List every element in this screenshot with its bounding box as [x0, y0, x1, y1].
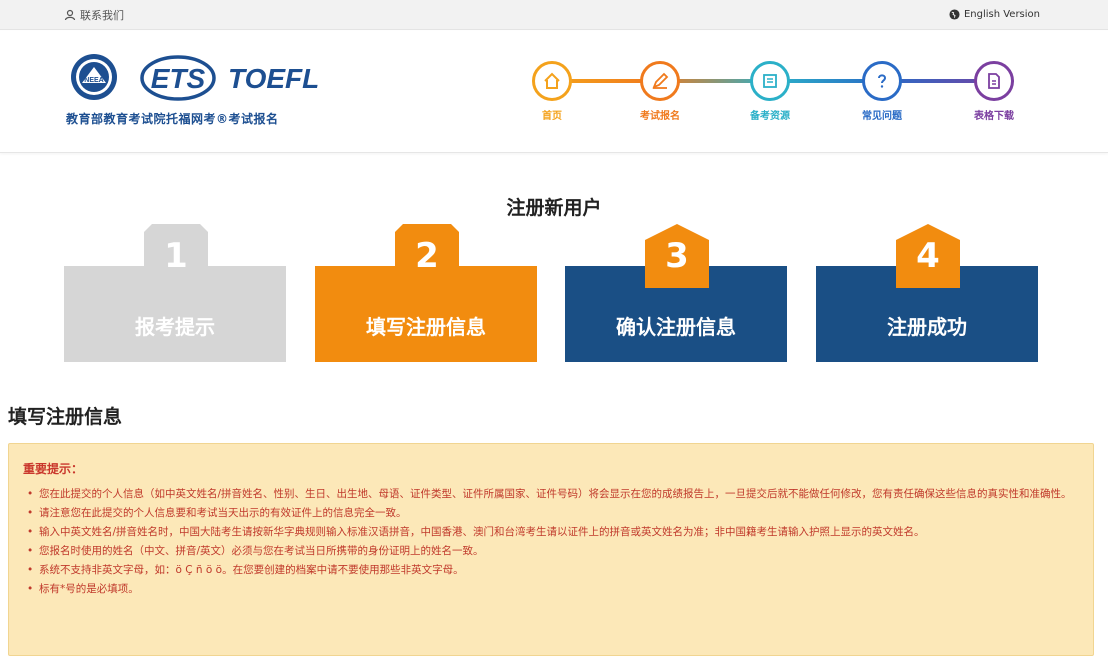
- nav-item-resources[interactable]: 备考资源: [730, 61, 810, 122]
- nav-label-faq: 常见问题: [862, 111, 902, 122]
- step-4-number-tab: 4: [896, 224, 960, 288]
- nav-item-downloads[interactable]: 表格下载: [954, 61, 1034, 122]
- nav-item-home[interactable]: 首页: [512, 61, 592, 122]
- step-1-number-tab: 1: [144, 224, 208, 288]
- nav-label-home: 首页: [542, 111, 562, 122]
- notice-heading: 重要提示：: [23, 462, 84, 476]
- site-header: NEEA ETS TOEFL 教育部教育考试院托福网考®考试报名 首页 考试报名: [0, 31, 1108, 153]
- step-1-number: 1: [164, 236, 188, 276]
- nav-item-faq[interactable]: 常见问题: [842, 61, 922, 122]
- step-4-number: 4: [916, 236, 940, 276]
- english-version-link[interactable]: English Version: [949, 9, 1040, 20]
- english-version-label: English Version: [963, 9, 1040, 20]
- notice-item: 请注意您在此提交的个人信息要和考试当天出示的有效证件上的信息完全一致。: [23, 504, 1079, 523]
- svg-text:ETS: ETS: [151, 63, 206, 94]
- step-3-number-tab: 3: [645, 224, 709, 288]
- ets-toefl-logo: ETS TOEFL: [140, 55, 319, 101]
- globe-icon: [949, 9, 960, 20]
- contact-us-link[interactable]: 联系我们: [64, 7, 124, 23]
- document-icon: [988, 73, 1000, 89]
- important-notice-box: 重要提示： 您在此提交的个人信息（如中英文姓名/拼音姓名、性别、生日、出生地、母…: [8, 443, 1094, 656]
- step-3: 确认注册信息 3: [565, 224, 787, 362]
- edit-icon: [652, 72, 669, 89]
- contact-us-label: 联系我们: [80, 9, 124, 22]
- step-1: 报考提示 1: [64, 224, 286, 362]
- nav-label-downloads: 表格下载: [974, 111, 1014, 122]
- user-icon: [64, 9, 76, 21]
- step-3-number: 3: [665, 236, 689, 276]
- main-navigation: 首页 考试报名 备考资源 常见问题 表格下载: [520, 57, 1040, 127]
- svg-text:TOEFL: TOEFL: [228, 63, 319, 94]
- step-4: 注册成功 4: [816, 224, 1038, 362]
- registration-title: 注册新用户: [506, 197, 602, 219]
- site-subtitle: 教育部教育考试院托福网考®考试报名: [66, 112, 279, 126]
- notice-item: 您在此提交的个人信息（如中英文姓名/拼音姓名、性别、生日、出生地、母语、证件类型…: [23, 485, 1079, 504]
- section-title: 填写注册信息: [8, 406, 123, 428]
- nav-item-registration[interactable]: 考试报名: [620, 61, 700, 122]
- nav-label-resources: 备考资源: [750, 111, 790, 122]
- neea-seal-logo: NEEA: [71, 54, 117, 100]
- top-utility-bar: 联系我们 English Version: [0, 0, 1108, 30]
- notice-list: 您在此提交的个人信息（如中英文姓名/拼音姓名、性别、生日、出生地、母语、证件类型…: [23, 485, 1079, 599]
- nav-label-registration: 考试报名: [640, 111, 680, 122]
- step-2-number: 2: [415, 236, 439, 276]
- notice-item: 系统不支持非英文字母，如：ö Ç ñ ö ö。在您要创建的档案中请不要使用那些非…: [23, 561, 1079, 580]
- step-2-number-tab: 2: [395, 224, 459, 288]
- question-icon: [878, 74, 887, 88]
- notice-item: 标有*号的是必填项。: [23, 580, 1079, 599]
- svg-text:NEEA: NEEA: [84, 77, 103, 84]
- book-icon: [763, 74, 777, 88]
- notice-item: 输入中英文姓名/拼音姓名时，中国大陆考生请按新华字典规则输入标准汉语拼音，中国香…: [23, 523, 1079, 542]
- step-2: 填写注册信息 2: [315, 224, 537, 362]
- home-icon: [544, 72, 560, 89]
- notice-item: 您报名时使用的姓名（中文、拼音/英文）必须与您在考试当日所携带的身份证明上的姓名…: [23, 542, 1079, 561]
